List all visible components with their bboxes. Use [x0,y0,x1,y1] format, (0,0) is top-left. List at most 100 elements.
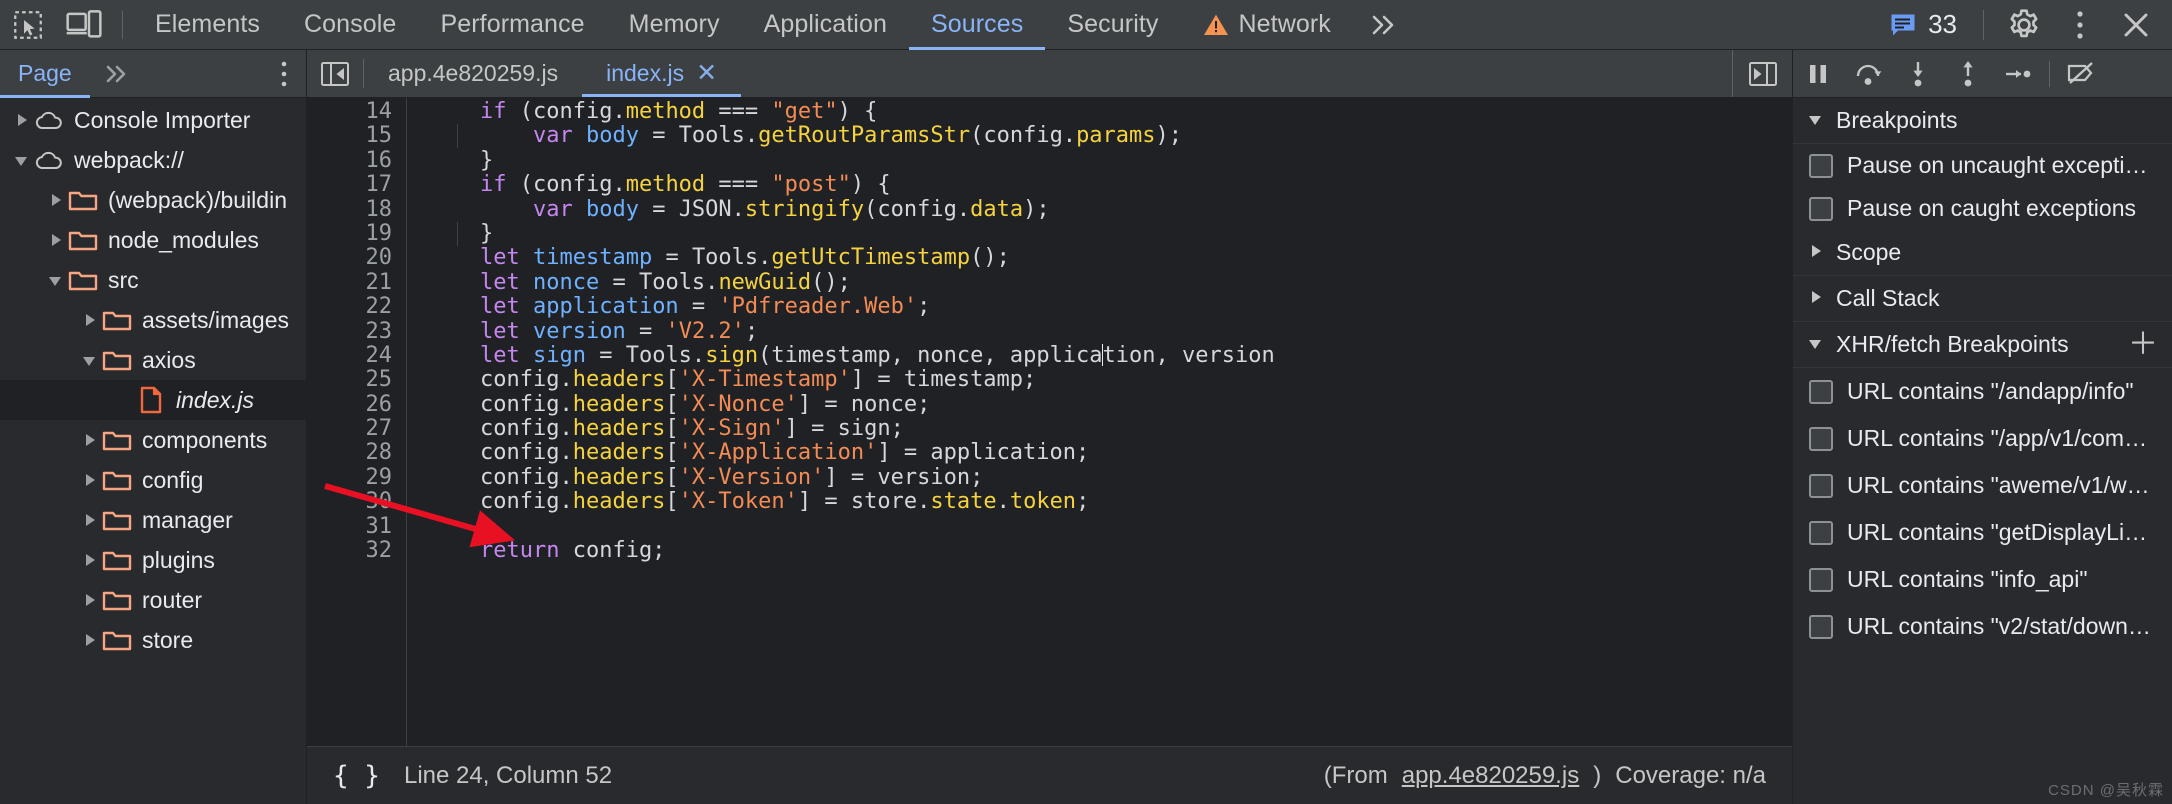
console-message-count[interactable]: 33 [1876,9,1971,40]
line-number[interactable]: 25 [307,367,406,392]
checkbox[interactable] [1809,473,1833,498]
tree-twisty-collapsed-icon[interactable] [78,540,100,580]
line-number[interactable]: 23 [307,319,406,344]
line-number[interactable]: 30 [307,489,406,514]
pause-option-row[interactable]: Pause on uncaught exceptions [1793,144,2172,187]
debugger-section-xhr-fetch-breakpoints[interactable]: XHR/fetch Breakpoints ＋ [1793,322,2172,368]
show-navigator-icon[interactable] [307,50,363,97]
tree-twisty-collapsed-icon[interactable] [78,300,100,340]
tab-security[interactable]: Security [1045,0,1180,50]
line-number[interactable]: 19 [307,221,406,246]
checkbox[interactable] [1809,426,1833,451]
code-line[interactable]: config.headers['X-Timestamp'] = timestam… [427,368,1792,392]
tab-memory[interactable]: Memory [607,0,742,50]
debugger-section-breakpoints[interactable]: Breakpoints [1793,98,2172,144]
tree-item-components[interactable]: components [0,420,306,460]
pretty-print-icon[interactable]: { } [333,761,380,791]
tab-performance[interactable]: Performance [418,0,606,50]
tree-twisty-expanded-icon[interactable] [78,340,100,380]
line-number[interactable]: 15 [307,123,406,148]
tree-item-config[interactable]: config [0,460,306,500]
tree-twisty-collapsed-icon[interactable] [10,100,32,140]
navigator-more-tabs-icon[interactable] [90,50,148,98]
line-number[interactable]: 28 [307,441,406,466]
checkbox[interactable] [1809,614,1833,639]
line-number[interactable]: 24 [307,343,406,368]
tree-item-assets-images[interactable]: assets/images [0,300,306,340]
line-number[interactable]: 31 [307,514,406,539]
line-number[interactable]: 32 [307,538,406,563]
code-line[interactable]: let timestamp = Tools.getUtcTimestamp(); [427,246,1792,270]
navigator-tab-page[interactable]: Page [0,50,90,98]
tab-application[interactable]: Application [742,0,909,50]
tree-twisty-collapsed-icon[interactable] [78,420,100,460]
code-line[interactable]: var body = JSON.stringify(config.data); [427,197,1792,222]
xhr-breakpoint-row[interactable]: URL contains "getDisplayListByP… [1793,509,2172,556]
code-line[interactable]: let application = 'Pdfreader.Web'; [427,294,1792,319]
section-twisty-icon[interactable] [1807,239,1824,266]
code-line[interactable]: } [427,148,1792,173]
line-number[interactable]: 17 [307,172,406,197]
step-over-icon[interactable] [1843,50,1893,98]
xhr-breakpoint-row[interactable]: URL contains "info_api" [1793,556,2172,603]
code-viewer[interactable]: 14 15 16 17 18 19 20 21 22 23 24 25 26 27 28 29 30 31 32 i… [307,98,1792,746]
show-debugger-icon[interactable] [1732,50,1792,97]
add-xhr-breakpoint-icon[interactable]: ＋ [2128,329,2158,360]
xhr-breakpoint-row[interactable]: URL contains "/app/v1/comment" [1793,415,2172,462]
line-number[interactable]: 21 [307,270,406,295]
code-line[interactable]: if (config.method === "get") { [427,99,1792,124]
xhr-breakpoint-row[interactable]: URL contains "aweme/v1/web/co… [1793,462,2172,509]
tab-network[interactable]: Network [1181,0,1353,50]
tab-elements[interactable]: Elements [133,0,282,50]
line-number[interactable]: 26 [307,392,406,417]
checkbox[interactable] [1809,379,1833,404]
checkbox[interactable] [1809,153,1833,178]
tree-twisty-collapsed-icon[interactable] [44,180,66,220]
line-number[interactable]: 18 [307,197,406,222]
tree-item-plugins[interactable]: plugins [0,540,306,580]
code-line[interactable]: config.headers['X-Sign'] = sign; [427,416,1792,441]
tree-item-webpack-buildin[interactable]: (webpack)/buildin [0,180,306,220]
code-line[interactable]: let nonce = Tools.newGuid(); [427,270,1792,295]
code-line[interactable]: config.headers['X-Version'] = version; [427,465,1792,490]
code-line[interactable]: return config; [427,538,1792,563]
tree-item-node-modules[interactable]: node_modules [0,220,306,260]
pause-option-row[interactable]: Pause on caught exceptions [1793,187,2172,230]
line-number[interactable]: 16 [307,148,406,173]
tree-item-store[interactable]: store [0,620,306,660]
step-icon[interactable] [1993,50,2043,98]
more-options-icon[interactable] [2052,0,2108,50]
debugger-section-scope[interactable]: Scope [1793,230,2172,276]
line-number[interactable]: 22 [307,294,406,319]
code-line[interactable] [427,515,1792,539]
more-panels-icon[interactable] [1353,0,1417,50]
editor-tab-index-js[interactable]: index.js ✕ [582,50,741,97]
xhr-breakpoint-row[interactable]: URL contains "/andapp/info" [1793,368,2172,415]
tree-twisty-collapsed-icon[interactable] [44,220,66,260]
step-into-icon[interactable] [1893,50,1943,98]
navigator-more-options-icon[interactable] [262,50,306,98]
section-twisty-icon[interactable] [1807,285,1824,312]
code-line[interactable]: config.headers['X-Nonce'] = nonce; [427,392,1792,417]
section-twisty-icon[interactable] [1807,107,1824,134]
line-number[interactable]: 29 [307,465,406,490]
source-code-content[interactable]: if (config.method === "get") { var body … [407,98,1792,746]
debugger-section-call-stack[interactable]: Call Stack [1793,276,2172,322]
code-line[interactable]: config.headers['X-Application'] = applic… [427,441,1792,465]
tree-twisty-collapsed-icon[interactable] [78,500,100,540]
tab-sources[interactable]: Sources [909,0,1045,50]
code-line[interactable]: var body = Tools.getRoutParamsStr(config… [427,124,1792,148]
tree-item-axios[interactable]: axios [0,340,306,380]
tree-twisty-expanded-icon[interactable] [10,140,32,180]
tree-item-index-js[interactable]: index.js [0,380,306,420]
line-number[interactable]: 20 [307,245,406,270]
tree-twisty-collapsed-icon[interactable] [78,460,100,500]
checkbox[interactable] [1809,196,1833,221]
close-icon[interactable] [2108,0,2164,50]
tree-item-manager[interactable]: manager [0,500,306,540]
checkbox[interactable] [1809,567,1833,592]
checkbox[interactable] [1809,520,1833,545]
gear-icon[interactable] [1996,0,2052,50]
tree-item-src[interactable]: src [0,260,306,300]
tree-item-webpack[interactable]: webpack:// [0,140,306,180]
